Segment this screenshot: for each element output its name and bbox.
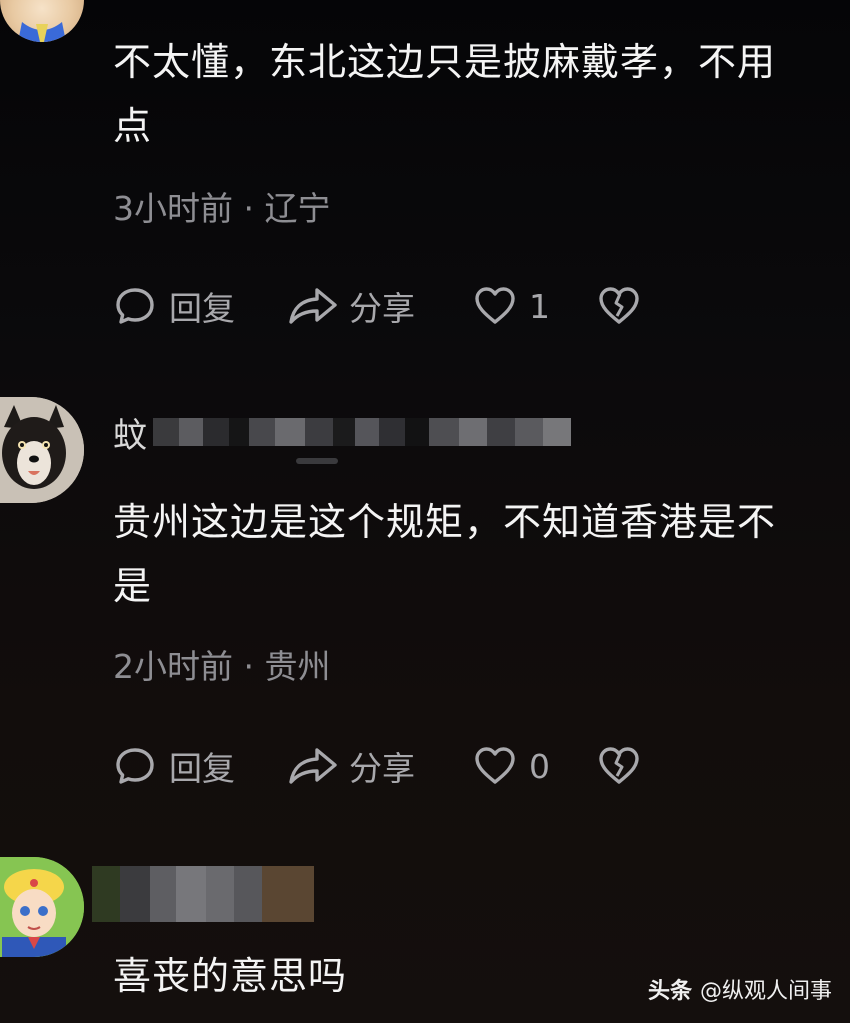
- dog-avatar-image: [0, 397, 84, 503]
- like-count: 1: [529, 286, 550, 326]
- avatar-image: [18, 22, 66, 42]
- speech-bubble-icon: [116, 748, 154, 784]
- like-button[interactable]: 0: [473, 744, 597, 788]
- comment-actions: 回复 分享 1: [113, 281, 641, 331]
- avatar[interactable]: [0, 397, 84, 503]
- share-label: 分享: [349, 749, 415, 788]
- avatar[interactable]: [0, 857, 84, 957]
- like-count: 0: [529, 746, 550, 786]
- watermark-logo: 头条: [647, 979, 692, 1004]
- comment-text: 不太懂，东北这边只是披麻戴孝，不用点: [113, 40, 777, 148]
- dislike-button[interactable]: [597, 744, 641, 788]
- like-button[interactable]: 1: [473, 284, 597, 328]
- username-visible-char: 蚊: [113, 415, 147, 456]
- share-button[interactable]: 分享: [287, 742, 473, 790]
- dislike-button[interactable]: [597, 284, 641, 328]
- reply-button[interactable]: 回复: [113, 282, 287, 330]
- speech-bubble-icon: [116, 288, 154, 324]
- heart-icon: [475, 747, 515, 784]
- comment-meta: 2小时前 · 贵州: [113, 647, 331, 686]
- username-underline: [296, 458, 338, 464]
- share-button[interactable]: 分享: [287, 282, 473, 330]
- anime-avatar-image: [0, 857, 84, 957]
- watermark-handle: @纵观人间事: [699, 979, 832, 1004]
- broken-heart-icon: [599, 287, 639, 324]
- reply-button[interactable]: 回复: [113, 742, 287, 790]
- avatar[interactable]: [0, 0, 84, 42]
- share-arrow-icon: [289, 748, 337, 784]
- reply-label: 回复: [169, 289, 235, 328]
- share-label: 分享: [349, 289, 415, 328]
- comment-actions: 回复 分享 0: [113, 741, 641, 791]
- reply-label: 回复: [169, 749, 235, 788]
- comment-text: 贵州这边是这个规矩，不知道香港是不是: [113, 500, 777, 608]
- comment-meta: 3小时前 · 辽宁: [113, 189, 331, 228]
- broken-heart-icon: [599, 747, 639, 784]
- share-arrow-icon: [289, 288, 337, 324]
- username-blurred[interactable]: 蚊: [113, 404, 571, 460]
- watermark: 头条 @纵观人间事: [648, 973, 832, 1005]
- heart-icon: [475, 287, 515, 324]
- username-blurred[interactable]: [92, 866, 314, 922]
